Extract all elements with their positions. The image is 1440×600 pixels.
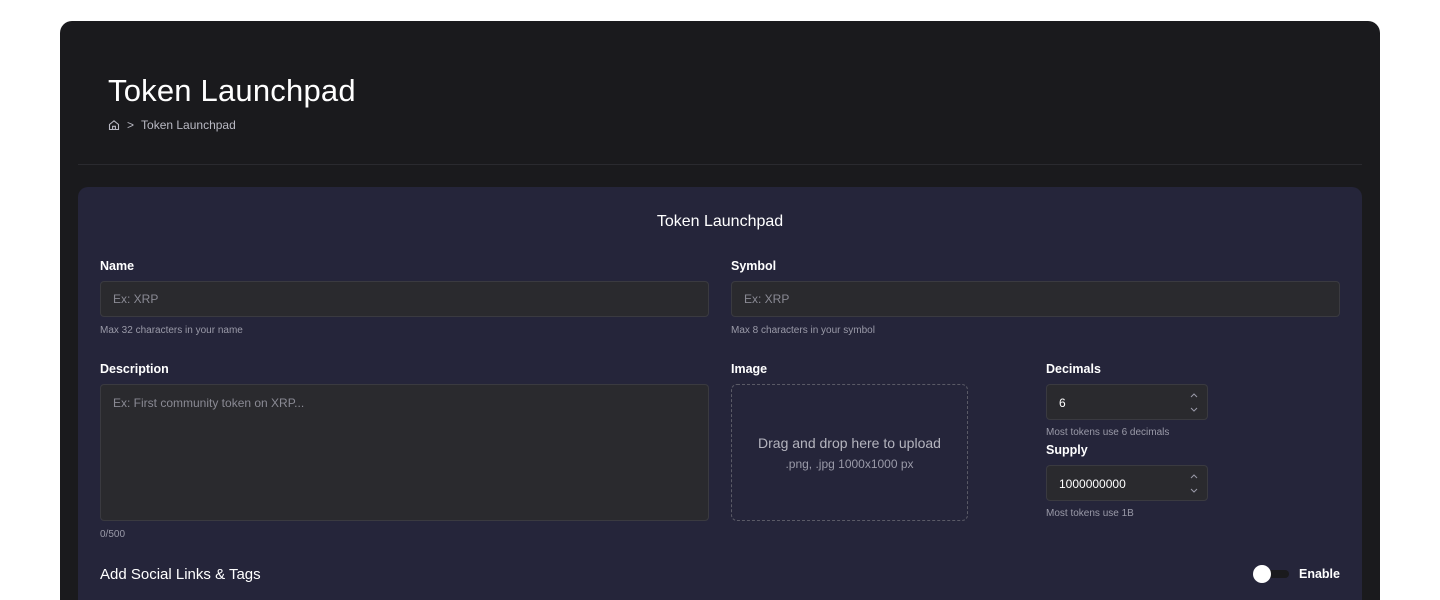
symbol-input[interactable] [731, 281, 1340, 317]
image-dropzone[interactable]: Drag and drop here to upload .png, .jpg … [731, 384, 968, 521]
breadcrumb-current: Token Launchpad [141, 118, 236, 132]
decimals-value: 6 [1059, 396, 1066, 410]
symbol-label: Symbol [731, 259, 777, 273]
social-links-toggle[interactable] [1253, 565, 1289, 583]
app-shell: Token Launchpad > Token Launchpad Token … [60, 21, 1380, 600]
supply-hint: Most tokens use 1B [1046, 508, 1134, 519]
symbol-hint: Max 8 characters in your symbol [731, 325, 875, 336]
decimals-input[interactable]: 6 [1046, 384, 1208, 420]
supply-label: Supply [1046, 443, 1088, 457]
dropzone-formats: .png, .jpg 1000x1000 px [785, 456, 914, 471]
image-label: Image [731, 362, 768, 376]
header-divider [78, 164, 1362, 165]
description-textarea[interactable] [100, 384, 709, 521]
launchpad-form-card: Token Launchpad Name Max 32 characters i… [78, 187, 1362, 600]
breadcrumb: > Token Launchpad [108, 118, 236, 132]
toggle-knob [1253, 565, 1271, 583]
toggle-label: Enable [1299, 567, 1340, 581]
description-counter: 0/500 [100, 529, 126, 540]
page-title: Token Launchpad [108, 73, 356, 108]
decimals-hint: Most tokens use 6 decimals [1046, 427, 1170, 438]
decrement-icon[interactable] [1189, 485, 1199, 495]
home-icon[interactable] [108, 119, 120, 131]
name-label: Name [100, 259, 135, 273]
dropzone-text: Drag and drop here to upload [758, 434, 941, 451]
supply-value: 1000000000 [1059, 477, 1126, 491]
increment-icon[interactable] [1189, 471, 1199, 481]
social-links-toggle-group: Enable [1253, 565, 1340, 583]
form-title: Token Launchpad [656, 213, 784, 230]
description-label: Description [100, 362, 169, 376]
social-links-title: Add Social Links & Tags [100, 566, 261, 583]
name-input[interactable] [100, 281, 709, 317]
increment-icon[interactable] [1189, 390, 1199, 400]
breadcrumb-separator: > [127, 118, 135, 132]
decimals-label: Decimals [1046, 362, 1101, 376]
name-hint: Max 32 characters in your name [100, 325, 243, 336]
supply-input[interactable]: 1000000000 [1046, 465, 1208, 501]
decrement-icon[interactable] [1189, 404, 1199, 414]
